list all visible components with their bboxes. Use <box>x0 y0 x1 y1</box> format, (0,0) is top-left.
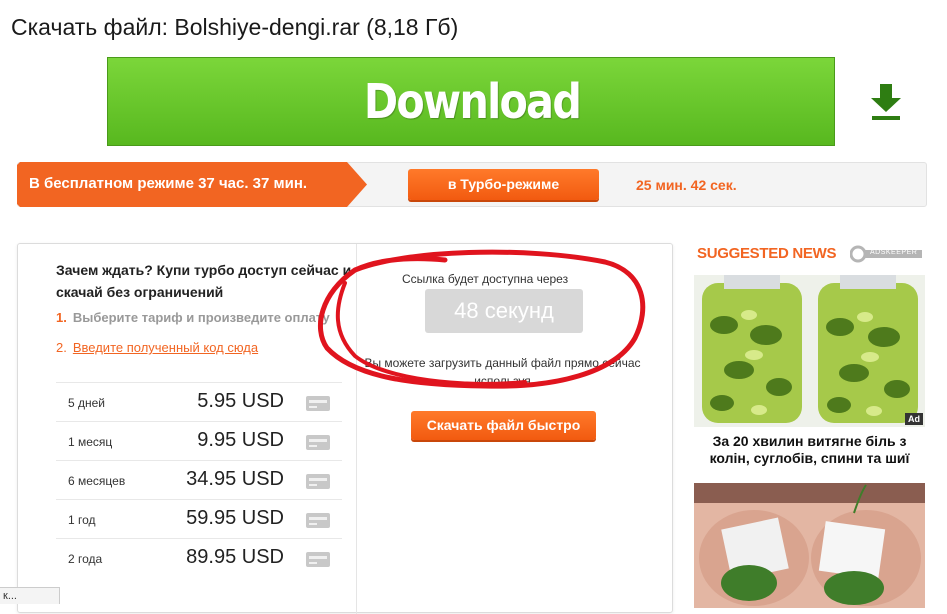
purchase-column: Зачем ждать? Купи турбо доступ сейчас и … <box>36 244 357 614</box>
suggested-news-heading: SUGGESTED NEWS <box>697 245 837 262</box>
credit-card-icon <box>306 474 330 489</box>
free-mode-label: В бесплатном режиме 37 час. 37 мин. <box>29 175 308 192</box>
page-title: Скачать файл: Bolshiye-dengi.rar (8,18 Г… <box>11 14 459 40</box>
turbo-time: 25 мин. 42 сек. <box>636 177 737 193</box>
credit-card-icon <box>306 513 330 528</box>
credit-card-icon <box>306 435 330 450</box>
news-thumbnail-2[interactable] <box>694 483 925 608</box>
credit-card-icon <box>306 552 330 567</box>
step-choose-plan: 1. Выберите тариф и произведите оплату <box>56 310 330 325</box>
plan-row-6-months[interactable]: 6 месяцев 34.95 USD <box>56 460 342 499</box>
plan-price: 89.95 USD <box>186 546 284 568</box>
download-arrow-icon <box>869 82 903 122</box>
credit-card-icon <box>306 396 330 411</box>
ad-badge: Ad <box>905 413 923 425</box>
direct-download-text: Вы можете загрузить данный файл прямо се… <box>364 356 641 388</box>
adskeeper-logo[interactable]: ADSKEEPER <box>850 245 922 263</box>
purchase-heading: Зачем ждать? Купи турбо доступ сейчас и … <box>56 262 352 300</box>
plan-row-1-year[interactable]: 1 год 59.95 USD <box>56 499 342 538</box>
step-number: 2. <box>56 340 67 355</box>
adskeeper-label: ADSKEEPER <box>870 249 918 256</box>
plan-row-1-month[interactable]: 1 месяц 9.95 USD <box>56 421 342 460</box>
link-available-label: Ссылка будет доступна через <box>402 272 569 286</box>
plan-price: 34.95 USD <box>186 468 284 490</box>
fast-download-button[interactable]: Скачать файл быстро <box>411 411 596 440</box>
status-bar: к... <box>0 587 60 604</box>
download-banner-button[interactable]: Download <box>107 57 901 146</box>
plan-price: 59.95 USD <box>186 507 284 529</box>
plan-duration: 6 месяцев <box>68 474 126 488</box>
step-enter-code: 2. Введите полученный код сюда <box>56 340 258 355</box>
countdown-timer: 48 секунд <box>425 289 583 333</box>
enter-code-link[interactable]: Введите полученный код сюда <box>73 340 258 355</box>
news-title-1[interactable]: За 20 хвилин витягне біль з колін, сугло… <box>694 433 925 467</box>
plan-row-5-days[interactable]: 5 дней 5.95 USD <box>56 382 342 421</box>
download-label: Download <box>363 74 582 130</box>
news-thumbnail-1[interactable]: Ad <box>694 275 925 427</box>
step-text: Выберите тариф и произведите оплату <box>72 310 330 325</box>
free-mode-tab[interactable]: В бесплатном режиме 37 час. 37 мин. <box>17 162 367 207</box>
plan-price: 9.95 USD <box>197 429 284 451</box>
plan-duration: 1 год <box>68 513 96 527</box>
turbo-mode-button[interactable]: в Турбо-режиме <box>408 169 599 200</box>
plan-price: 5.95 USD <box>197 390 284 412</box>
plan-duration: 2 года <box>68 552 103 566</box>
plan-list: 5 дней 5.95 USD 1 месяц 9.95 USD 6 месяц… <box>56 382 342 577</box>
plan-row-2-years[interactable]: 2 года 89.95 USD <box>56 538 342 577</box>
plan-duration: 5 дней <box>68 396 106 410</box>
plan-duration: 1 месяц <box>68 435 113 449</box>
step-number: 1. <box>56 310 67 325</box>
